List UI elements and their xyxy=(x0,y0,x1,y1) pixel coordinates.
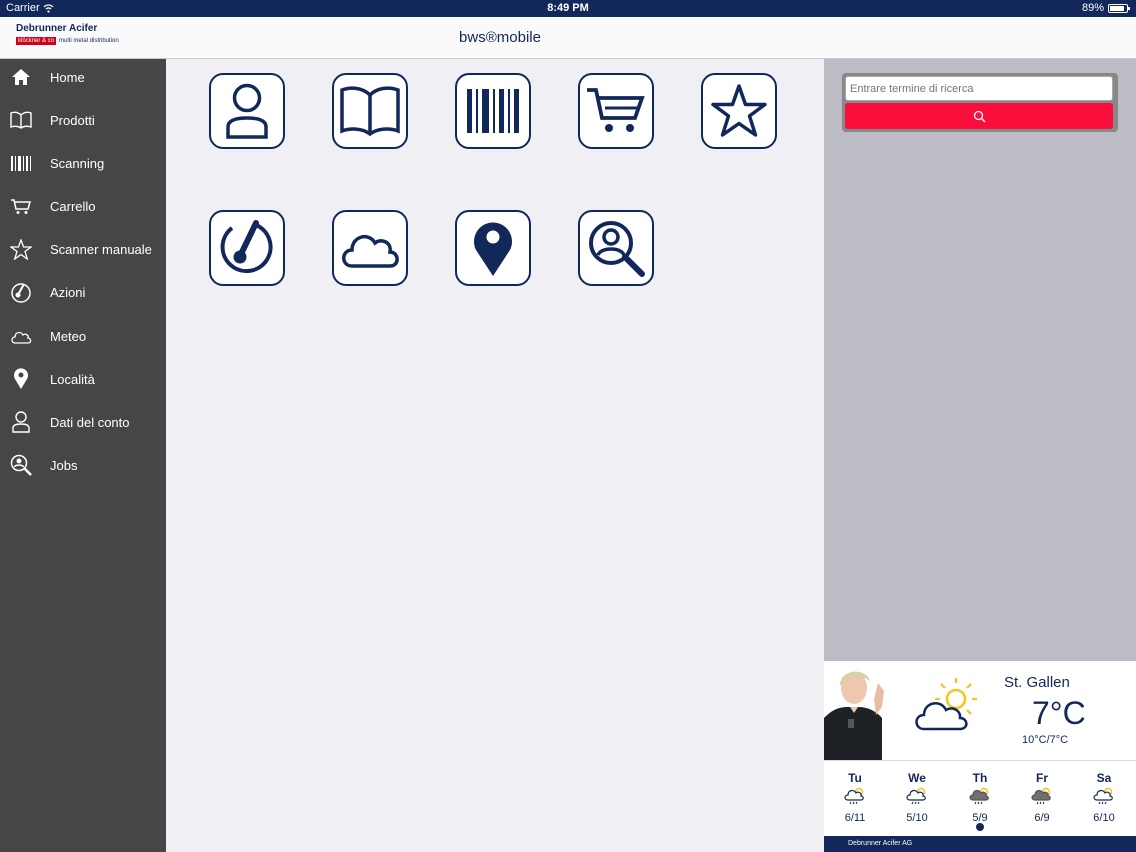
status-bar: Carrier 8:49 PM 89% xyxy=(0,0,1136,17)
sidebar-item-home[interactable]: Home xyxy=(0,60,166,94)
sidebar-item-jobs[interactable]: Jobs xyxy=(0,448,166,482)
forecast-day: Sa 6/10 xyxy=(1079,771,1129,824)
search-icon xyxy=(973,110,985,122)
sidebar: Home Prodotti Scanning Carrello Scanner … xyxy=(0,59,166,852)
cart-icon xyxy=(587,88,645,132)
sidebar-item-label: Scanning xyxy=(50,155,105,171)
page-title: bws®mobile xyxy=(459,29,541,46)
cloud-icon xyxy=(10,329,32,344)
tile-scanning[interactable] xyxy=(455,73,531,149)
forecast-day: Th 5/9 xyxy=(955,771,1005,824)
user-icon xyxy=(10,411,32,433)
gauge-icon xyxy=(220,220,273,274)
sidebar-item-scanner-manuale[interactable]: Scanner manuale xyxy=(0,232,166,266)
forecast-day-range: 6/10 xyxy=(1093,812,1115,824)
sidebar-item-prodotti[interactable]: Prodotti xyxy=(0,103,166,137)
search-panel xyxy=(824,59,1136,661)
partly-cloudy-rain-icon xyxy=(844,787,864,805)
star-icon xyxy=(10,238,32,260)
star-icon xyxy=(711,84,767,137)
cloud-icon xyxy=(342,234,399,268)
sidebar-item-label: Jobs xyxy=(50,457,78,473)
tile-scanner-manuale[interactable] xyxy=(701,73,777,149)
magnifier-user-icon xyxy=(10,454,32,476)
sidebar-item-dati-del-conto[interactable]: Dati del conto xyxy=(0,405,166,439)
weather-city: St. Gallen xyxy=(1004,674,1070,691)
tile-carrello[interactable] xyxy=(578,73,654,149)
forecast-day-name: Fr xyxy=(1036,771,1048,785)
cloudy-rain-icon xyxy=(969,787,989,805)
home-icon xyxy=(10,68,32,86)
partly-cloudy-rain-icon xyxy=(1093,787,1113,805)
temperature-range: 10°C/7°C xyxy=(1022,734,1069,746)
barcode-icon xyxy=(467,89,519,133)
cart-icon xyxy=(10,198,32,215)
tile-dati-del-conto[interactable] xyxy=(209,73,285,149)
sidebar-item-azioni[interactable]: Azioni xyxy=(0,275,166,309)
battery-percent: 89% xyxy=(1081,2,1104,14)
sidebar-item-label: Carrello xyxy=(50,198,96,214)
sidebar-item-label: Località xyxy=(50,371,95,387)
user-icon xyxy=(226,83,268,139)
tile-jobs[interactable] xyxy=(578,210,654,286)
tile-azioni[interactable] xyxy=(209,210,285,286)
forecast-day-name: We xyxy=(908,771,926,785)
tile-localita[interactable] xyxy=(455,210,531,286)
battery-icon xyxy=(1108,3,1130,13)
page-indicator-dot xyxy=(976,823,984,831)
sidebar-item-label: Meteo xyxy=(50,328,87,344)
cloudy-rain-icon xyxy=(1031,787,1051,805)
sidebar-item-localita[interactable]: Località xyxy=(0,362,166,396)
barcode-icon xyxy=(10,155,32,172)
sidebar-item-label: Home xyxy=(50,69,85,85)
forecast-day-range: 5/10 xyxy=(906,812,928,824)
book-icon xyxy=(10,111,32,129)
location-pin-icon xyxy=(474,222,512,276)
weather-footer: Debrunner Acifer AG xyxy=(824,836,1136,852)
sidebar-item-label: Prodotti xyxy=(50,112,95,128)
partly-sunny-icon xyxy=(915,678,977,731)
search-button[interactable] xyxy=(845,103,1113,129)
sidebar-item-label: Azioni xyxy=(50,284,86,300)
forecast-day-range: 6/9 xyxy=(1034,812,1050,824)
tile-prodotti[interactable] xyxy=(332,73,408,149)
forecast-day: Fr 6/9 xyxy=(1017,771,1067,824)
sidebar-item-label: Scanner manuale xyxy=(50,241,152,257)
sidebar-item-carrello[interactable]: Carrello xyxy=(0,189,166,223)
forecast-day-name: Tu xyxy=(848,771,862,785)
presenter-photo xyxy=(824,663,894,760)
forecast-day-name: Th xyxy=(972,771,988,785)
forecast-day-name: Sa xyxy=(1096,771,1112,785)
battery-status: 89% xyxy=(1081,2,1130,14)
clock: 8:49 PM xyxy=(547,2,589,14)
weather-widget[interactable]: St. Gallen 7°C 10°C/7°C Tu 6/11 We 5/10 … xyxy=(824,661,1136,852)
tile-meteo[interactable] xyxy=(332,210,408,286)
current-temperature: 7°C xyxy=(1032,695,1086,731)
book-icon xyxy=(340,86,400,137)
weather-divider xyxy=(824,760,1136,761)
gauge-icon xyxy=(10,281,32,303)
search-input[interactable] xyxy=(845,76,1113,101)
forecast-day: Tu 6/11 xyxy=(830,771,880,824)
magnifier-user-icon xyxy=(589,221,645,277)
navigation-bar: Debrunner Acifer klöckner & co multi met… xyxy=(0,17,1136,59)
location-pin-icon xyxy=(10,368,32,390)
sidebar-item-label: Dati del conto xyxy=(50,414,130,430)
dashboard-grid xyxy=(166,59,824,852)
forecast-day: We 5/10 xyxy=(892,771,942,824)
sidebar-item-scanning[interactable]: Scanning xyxy=(0,146,166,180)
search-box xyxy=(842,73,1118,132)
forecast-day-range: 6/11 xyxy=(844,812,866,824)
sidebar-item-meteo[interactable]: Meteo xyxy=(0,319,166,353)
partly-cloudy-rain-icon xyxy=(906,787,926,805)
